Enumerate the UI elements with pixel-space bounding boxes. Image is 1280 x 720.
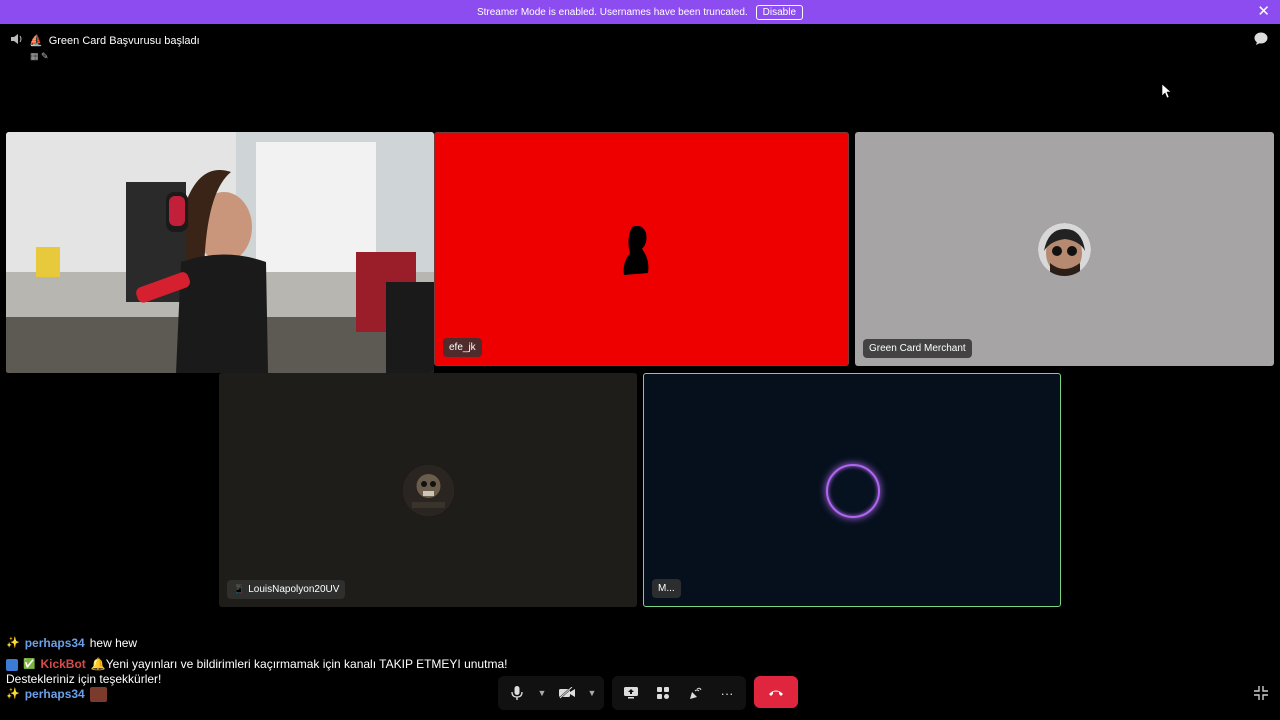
end-call-icon — [769, 690, 783, 696]
chat-message: ✨ perhaps34 hew hew — [6, 636, 507, 651]
participant-name: Green Card Merchant — [869, 343, 966, 354]
participant-name: efe_jk — [449, 342, 476, 353]
screen-share-icon[interactable] — [618, 680, 644, 706]
chat-message: ✨ perhaps34 — [6, 687, 507, 702]
participant-name: M... — [658, 583, 675, 594]
more-options-icon[interactable]: ··· — [714, 680, 740, 706]
end-call-button[interactable] — [754, 676, 798, 708]
chat-username: perhaps34 — [24, 636, 85, 650]
webcam-image — [6, 132, 434, 373]
channel-title: Green Card Başvurusu başladı — [48, 34, 200, 47]
activity-group: ··· — [612, 676, 746, 710]
chat-message: ✅ KickBot 🔔Yeni yayınları ve bildirimler… — [6, 657, 507, 672]
participant-name-tag: 📱 LouisNapolyon20UV — [227, 580, 346, 599]
video-tile-streamer[interactable] — [6, 132, 434, 373]
mobile-device-icon: 📱 — [233, 584, 245, 594]
close-icon[interactable]: ✕ — [1257, 3, 1270, 21]
mic-icon[interactable] — [504, 680, 530, 706]
video-tile-louisnapolyon20uv[interactable]: 📱 LouisNapolyon20UV — [219, 373, 637, 607]
chat-bubble-icon[interactable] — [1254, 32, 1268, 45]
avatar — [402, 464, 455, 517]
speaker-icon[interactable] — [10, 33, 23, 48]
chat-username: KickBot — [40, 657, 86, 671]
participant-name-tag: M... — [652, 579, 681, 598]
chat-overlay: ✨ perhaps34 hew hew ✅ KickBot 🔔Yeni yayı… — [6, 636, 507, 702]
exit-fullscreen-icon[interactable] — [1254, 686, 1268, 700]
badge-icon — [6, 658, 18, 671]
audio-video-group: ▼ ▼ — [498, 676, 604, 710]
channel-sub-icons: ▦ ✎ — [30, 51, 49, 61]
mouse-cursor-icon — [1162, 84, 1171, 98]
avatar — [1038, 223, 1091, 276]
camera-off-icon[interactable] — [554, 680, 580, 706]
sparkle-icon: ✨ — [6, 688, 20, 700]
chat-text-continuation: Destekleriniz için teşekkürler! — [6, 672, 162, 686]
chevron-down-icon[interactable]: ▼ — [536, 680, 548, 706]
emote-icon — [89, 687, 107, 702]
activities-icon[interactable] — [650, 680, 676, 706]
silhouette-shape — [623, 225, 649, 275]
participant-name-tag: Green Card Merchant — [863, 339, 972, 358]
chat-text: hew hew — [89, 636, 138, 650]
video-tile-efe-jk[interactable]: efe_jk — [434, 132, 849, 366]
chat-username: perhaps34 — [24, 687, 85, 701]
chat-text: 🔔Yeni yayınları ve bildirimleri kaçırmam… — [90, 657, 508, 671]
participant-name-tag: efe_jk — [443, 338, 482, 357]
streamer-mode-banner: Streamer Mode is enabled. Usernames have… — [0, 0, 1280, 24]
channel-title-icon: ⛵ — [29, 35, 43, 47]
soundboard-icon[interactable] — [682, 680, 708, 706]
verified-icon: ✅ — [23, 659, 36, 670]
video-tile-m[interactable]: M... — [643, 373, 1061, 607]
speaking-ring — [826, 464, 880, 518]
channel-header: ⛵ Green Card Başvurusu başladı — [10, 33, 200, 48]
banner-message: Streamer Mode is enabled. Usernames have… — [476, 6, 748, 18]
sparkle-icon: ✨ — [6, 637, 20, 649]
participant-name: LouisNapolyon20UV — [248, 584, 340, 595]
disable-streamer-mode-button[interactable]: Disable — [755, 4, 804, 20]
video-tile-green-card-merchant[interactable]: Green Card Merchant — [855, 132, 1274, 366]
chevron-down-icon[interactable]: ▼ — [586, 680, 598, 706]
call-controls: ▼ ▼ ··· — [498, 676, 798, 710]
